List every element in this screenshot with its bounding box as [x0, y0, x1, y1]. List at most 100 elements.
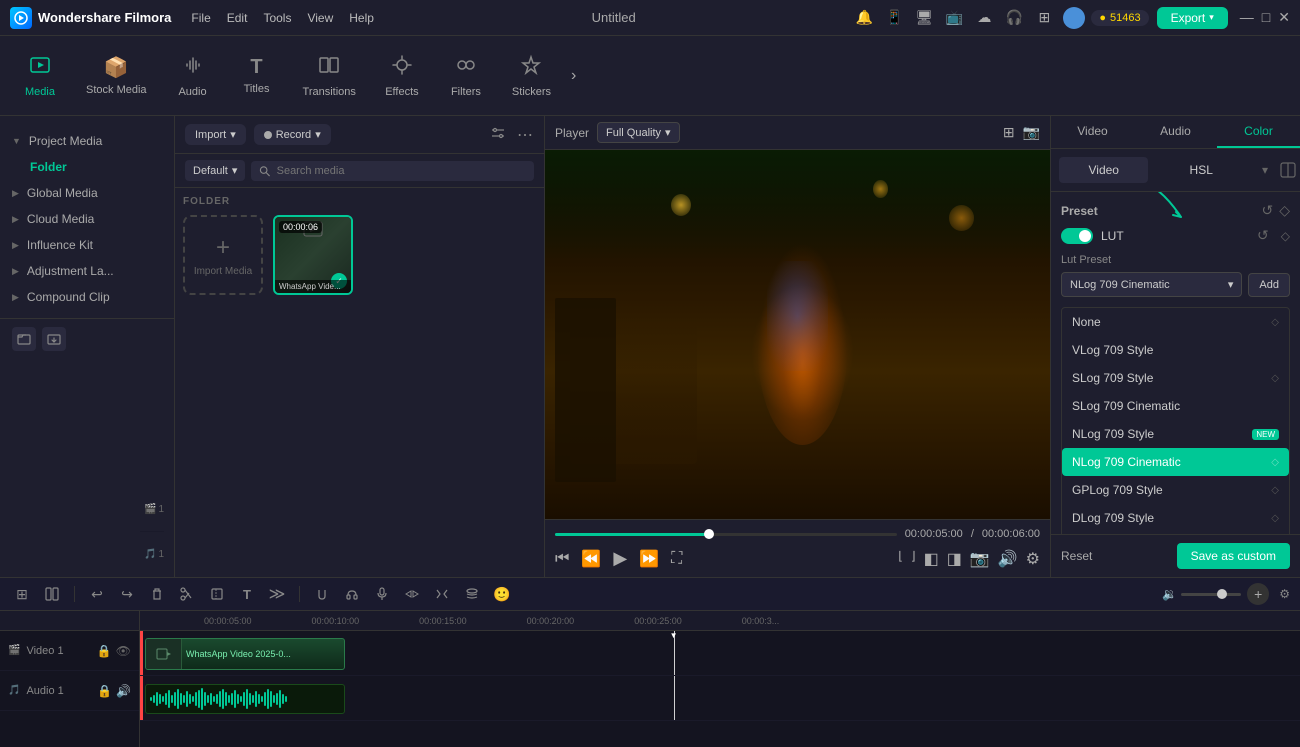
sidebar-item-influence-kit[interactable]: ▶ Influence Kit — [0, 232, 174, 258]
sidebar-item-folder[interactable]: Folder — [0, 154, 174, 180]
screen-icon[interactable]: 📺 — [943, 7, 965, 29]
quality-dropdown[interactable]: Full Quality ▾ — [597, 122, 680, 143]
sidebar-item-compound-clip[interactable]: ▶ Compound Clip — [0, 284, 174, 310]
menu-edit[interactable]: Edit — [227, 11, 248, 25]
reset-button[interactable]: Reset — [1061, 549, 1092, 563]
delete-button[interactable] — [145, 582, 169, 606]
audio-speaker-icon[interactable]: 🔊 — [116, 684, 131, 698]
volume-thumb[interactable] — [1217, 589, 1227, 599]
user-avatar[interactable] — [1063, 7, 1085, 29]
menu-file[interactable]: File — [191, 11, 210, 25]
toolbar-stock-media[interactable]: 📦 Stock Media — [74, 47, 159, 104]
menu-tools[interactable]: Tools — [263, 11, 291, 25]
toolbar-effects[interactable]: Effects — [372, 46, 432, 106]
settings-button[interactable]: ⚙ — [1026, 549, 1040, 569]
toolbar-titles[interactable]: T Titles — [227, 48, 287, 103]
lut-option-slog709c[interactable]: SLog 709 Cinematic — [1062, 392, 1289, 420]
lut-option-none[interactable]: None ◇ — [1062, 308, 1289, 336]
timeline-settings-icon[interactable]: ⚙ — [1279, 587, 1290, 601]
transition-button[interactable] — [400, 582, 424, 606]
record-button[interactable]: Record ▾ — [254, 124, 331, 145]
magnet-button[interactable] — [310, 582, 334, 606]
mark-in-button[interactable]: ◧ — [924, 549, 939, 569]
timeline-grid-button[interactable]: ⊞ — [10, 582, 34, 606]
subtab-expand[interactable]: ▾ — [1262, 157, 1268, 183]
lut-add-button[interactable]: Add — [1248, 273, 1290, 297]
menu-view[interactable]: View — [307, 11, 333, 25]
fullscreen-button[interactable]: ⛶ — [671, 550, 682, 568]
tab-audio[interactable]: Audio — [1134, 116, 1217, 148]
audio-clip[interactable] — [145, 684, 345, 714]
emoji-button[interactable]: 🙂 — [490, 582, 514, 606]
camera-snapshot[interactable]: 📷 — [970, 549, 990, 569]
cut-mark-right[interactable]: ⌋ — [911, 549, 916, 569]
split-button[interactable] — [430, 582, 454, 606]
lut-reset-icon[interactable]: ↺ — [1257, 227, 1269, 244]
cloud-icon[interactable]: ☁ — [973, 7, 995, 29]
mark-out-button[interactable]: ◨ — [947, 549, 962, 569]
video-eye-icon[interactable]: 👁 — [116, 644, 131, 658]
preset-diamond-icon[interactable]: ◇ — [1279, 202, 1290, 219]
headphone-button[interactable] — [340, 582, 364, 606]
sidebar-item-global-media[interactable]: ▶ Global Media — [0, 180, 174, 206]
add-track-button[interactable]: + — [1247, 583, 1269, 605]
maximize-button[interactable]: □ — [1262, 9, 1270, 26]
scrubber-bar[interactable] — [555, 533, 897, 536]
import-folder-button[interactable] — [42, 327, 66, 351]
toolbar-transitions[interactable]: Transitions — [291, 46, 368, 106]
video-lock-icon[interactable]: 🔒 — [97, 644, 112, 658]
lut-option-nlog709c[interactable]: NLog 709 Cinematic ◇ — [1062, 448, 1289, 476]
grid-icon[interactable]: ⊞ — [1033, 7, 1055, 29]
audio-lock-icon[interactable]: 🔒 — [97, 684, 112, 698]
step-forward-button[interactable]: ⏩ — [639, 549, 659, 569]
toolbar-expand-button[interactable]: › — [571, 67, 576, 85]
lut-preset-dropdown[interactable]: NLog 709 Cinematic ▾ — [1061, 272, 1242, 297]
cut-button[interactable] — [175, 582, 199, 606]
timeline-snap-button[interactable] — [40, 582, 64, 606]
sidebar-item-adjustment[interactable]: ▶ Adjustment La... — [0, 258, 174, 284]
lut-toggle[interactable] — [1061, 228, 1093, 244]
basic-subtab[interactable]: Video — [1059, 157, 1148, 183]
device-icon[interactable]: 📱 — [883, 7, 905, 29]
crop-button[interactable] — [205, 582, 229, 606]
preset-reset-icon[interactable]: ↺ — [1261, 202, 1273, 219]
more-button[interactable]: ≫ — [265, 582, 289, 606]
media-thumbnail-whatsapp[interactable]: 00:00:06 ✓ WhatsApp Vide... — [273, 215, 353, 295]
scrubber-thumb[interactable] — [704, 529, 714, 539]
lut-option-vlog709[interactable]: VLog 709 Style — [1062, 336, 1289, 364]
undo-button[interactable]: ↩ — [85, 582, 109, 606]
new-folder-button[interactable] — [12, 327, 36, 351]
lut-option-dlog709[interactable]: DLog 709 Style ◇ — [1062, 504, 1289, 532]
close-button[interactable]: ✕ — [1278, 9, 1290, 26]
cut-mark-left[interactable]: ⌊ — [898, 549, 903, 569]
lut-option-nlog709s[interactable]: NLog 709 Style NEW — [1062, 420, 1289, 448]
play-button[interactable]: ▶ — [613, 548, 627, 569]
minimize-button[interactable]: — — [1240, 9, 1254, 26]
lut-option-slog709[interactable]: SLog 709 Style ◇ — [1062, 364, 1289, 392]
import-button[interactable]: Import ▾ — [185, 124, 246, 145]
audio-icon[interactable]: 🎧 — [1003, 7, 1025, 29]
toolbar-stickers[interactable]: Stickers — [500, 46, 563, 106]
lut-keyframe-icon[interactable]: ◇ — [1281, 229, 1290, 243]
redo-button[interactable]: ↪ — [115, 582, 139, 606]
video-clip[interactable]: WhatsApp Video 2025-0... — [145, 638, 345, 670]
hsl-subtab[interactable]: HSL — [1156, 157, 1245, 183]
toolbar-media[interactable]: Media — [10, 46, 70, 106]
sort-dropdown[interactable]: Default ▾ — [185, 160, 245, 181]
volume-button[interactable]: 🔊 — [998, 549, 1018, 569]
step-back-button[interactable]: ⏪ — [581, 549, 601, 569]
sidebar-item-project-media[interactable]: ▼ Project Media — [0, 128, 174, 154]
save-custom-button[interactable]: Save as custom — [1177, 543, 1290, 569]
import-media-button[interactable]: + Import Media — [183, 215, 263, 295]
toolbar-filters[interactable]: Filters — [436, 46, 496, 106]
snapshot-icon[interactable]: 📷 — [1023, 124, 1040, 141]
notification-icon[interactable]: 🔔 — [853, 7, 875, 29]
sidebar-item-cloud-media[interactable]: ▶ Cloud Media — [0, 206, 174, 232]
more-options-icon[interactable]: ⋯ — [517, 125, 534, 145]
skip-back-button[interactable]: ⏮ — [555, 550, 569, 568]
menu-help[interactable]: Help — [349, 11, 374, 25]
export-button[interactable]: Export ▾ — [1157, 7, 1228, 29]
lut-option-gplog709[interactable]: GPLog 709 Style ◇ — [1062, 476, 1289, 504]
tab-color[interactable]: Color — [1217, 116, 1300, 148]
volume-bar[interactable] — [1181, 593, 1241, 596]
